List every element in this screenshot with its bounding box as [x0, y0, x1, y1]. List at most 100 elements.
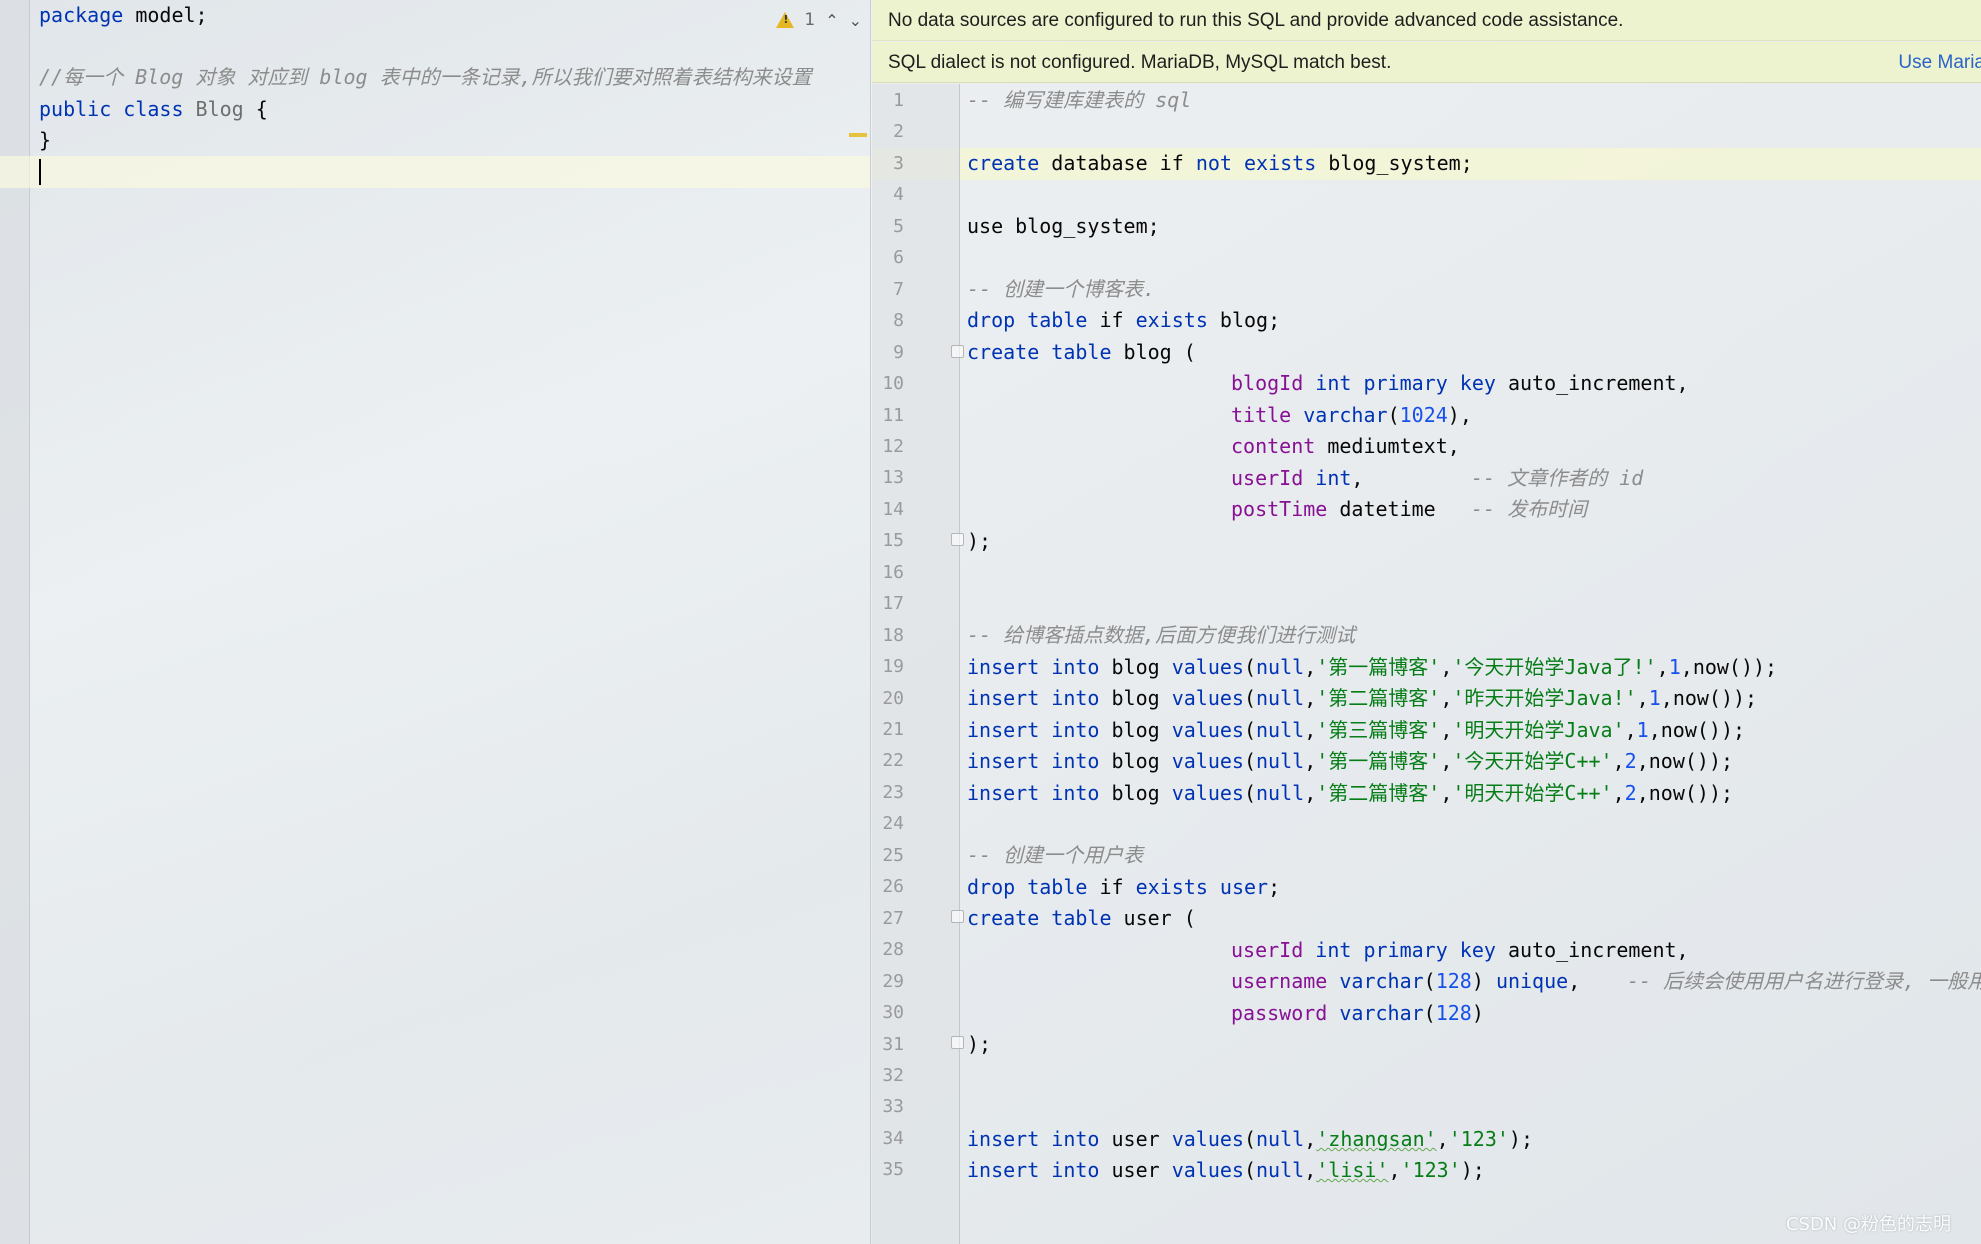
sql-line-25[interactable]: -- 创建一个用户表 — [967, 840, 1143, 872]
line-number[interactable]: 34 — [872, 1123, 904, 1155]
line-number[interactable]: 14 — [872, 494, 904, 526]
java-line-close-brace[interactable]: } — [39, 125, 51, 157]
code-text: user — [1099, 1127, 1172, 1151]
sql-line-13[interactable]: userId int, — [1231, 463, 1363, 495]
line-number[interactable]: 6 — [872, 242, 904, 274]
sql-line-26[interactable]: drop table if exists user; — [967, 872, 1280, 904]
code-text: if — [1087, 308, 1136, 332]
sql-line-18[interactable]: -- 给博客插点数据,后面方便我们进行测试 — [967, 620, 1355, 652]
line-number[interactable]: 29 — [872, 966, 904, 998]
line-number[interactable]: 11 — [872, 400, 904, 432]
sql-line-30[interactable]: password varchar(128) — [1231, 998, 1484, 1030]
string-literal: 'zhangsan' — [1316, 1127, 1437, 1151]
number: 2 — [1624, 749, 1637, 773]
line-number[interactable]: 8 — [872, 305, 904, 337]
sql-line-11[interactable]: title varchar(1024), — [1231, 400, 1472, 432]
line-number[interactable]: 2 — [872, 116, 904, 148]
sql-line-34[interactable]: insert into user values(null,'zhangsan',… — [967, 1124, 1533, 1156]
column-name: userId — [1231, 466, 1304, 490]
sql-line-29[interactable]: username varchar(128) unique, — [1231, 966, 1580, 998]
line-number[interactable]: 23 — [872, 777, 904, 809]
line-number[interactable]: 30 — [872, 997, 904, 1029]
keyword: not — [1195, 151, 1232, 175]
chevron-up-icon[interactable]: ⌃ — [825, 11, 838, 30]
keyword-public: public — [39, 97, 112, 121]
line-number[interactable]: 25 — [872, 840, 904, 872]
inspection-widget[interactable]: 1 ⌃ ⌄ — [776, 6, 862, 34]
line-number[interactable]: 4 — [872, 179, 904, 211]
function: values — [1171, 1127, 1244, 1151]
string-literal: '今天开始学C++' — [1452, 749, 1613, 773]
warning-icon[interactable] — [776, 12, 795, 28]
use-mariadb-link[interactable]: Use Maria — [1898, 42, 1981, 83]
line-number[interactable]: 32 — [872, 1060, 904, 1092]
sql-insert-blog-line[interactable]: insert into blog values(null,'第二篇博客','昨天… — [967, 683, 1757, 715]
banner-text-datasource: No data sources are configured to run th… — [888, 10, 1624, 31]
line-number[interactable]: 26 — [872, 871, 904, 903]
code-text: ); — [1460, 1158, 1485, 1182]
line-number[interactable]: 17 — [872, 588, 904, 620]
line-number[interactable]: 21 — [872, 714, 904, 746]
sql-insert-blog-line[interactable]: insert into blog values(null,'第一篇博客','今天… — [967, 652, 1777, 684]
line-number[interactable]: 15 — [872, 525, 904, 557]
sql-line-10[interactable]: blogId int primary key auto_increment, — [1231, 368, 1689, 400]
sql-line-35[interactable]: insert into user values(null,'lisi','123… — [967, 1155, 1485, 1187]
sql-line-28[interactable]: userId int primary key auto_increment, — [1231, 935, 1689, 967]
line-number[interactable]: 19 — [872, 651, 904, 683]
line-number[interactable]: 1 — [872, 85, 904, 117]
java-line-package[interactable]: package model; — [39, 0, 208, 32]
line-number[interactable]: 3 — [872, 148, 904, 180]
sql-line-15[interactable]: ); — [967, 526, 991, 558]
fold-marker-icon[interactable] — [951, 1036, 964, 1049]
fold-marker-icon[interactable] — [951, 910, 964, 923]
sql-line-31[interactable]: ); — [967, 1029, 991, 1061]
sql-line-14[interactable]: postTime datetime — [1231, 494, 1436, 526]
code-text: now()); — [1648, 781, 1734, 805]
chevron-down-icon[interactable]: ⌄ — [849, 11, 862, 30]
fold-marker-icon[interactable] — [951, 345, 964, 358]
line-number[interactable]: 5 — [872, 211, 904, 243]
sql-line-1[interactable]: -- 编写建库建表的 sql — [967, 85, 1191, 117]
java-line-comment[interactable]: //每一个 Blog 对象 对应到 blog 表中的一条记录,所以我们要对照着表… — [39, 62, 812, 94]
line-number[interactable]: 7 — [872, 274, 904, 306]
sql-line-8[interactable]: drop table if exists blog; — [967, 305, 1280, 337]
line-number[interactable]: 24 — [872, 808, 904, 840]
fold-marker-icon[interactable] — [951, 533, 964, 546]
line-number[interactable]: 31 — [872, 1029, 904, 1061]
line-number[interactable]: 13 — [872, 462, 904, 494]
sql-insert-blog-line[interactable]: insert into blog values(null,'第一篇博客','今天… — [967, 746, 1733, 778]
line-number[interactable]: 16 — [872, 557, 904, 589]
code-text: , — [1656, 655, 1669, 679]
sql-insert-blog-line[interactable]: insert into blog values(null,'第三篇博客','明天… — [967, 715, 1745, 747]
line-number[interactable]: 10 — [872, 368, 904, 400]
string-literal: '第一篇博客' — [1316, 655, 1441, 679]
java-line-class-declaration[interactable]: public class Blog { — [39, 94, 268, 126]
sql-line-7[interactable]: -- 创建一个博客表. — [967, 274, 1155, 306]
sql-editor-pane[interactable]: No data sources are configured to run th… — [872, 0, 1981, 1244]
line-number[interactable]: 20 — [872, 683, 904, 715]
sql-line-9[interactable]: create table blog ( — [967, 337, 1196, 369]
line-number[interactable]: 27 — [872, 903, 904, 935]
type: int — [1315, 466, 1352, 490]
line-number[interactable]: 28 — [872, 934, 904, 966]
warning-count: 1 — [804, 10, 816, 30]
line-number[interactable]: 22 — [872, 745, 904, 777]
sql-insert-blog-line[interactable]: insert into blog values(null,'第二篇博客','明天… — [967, 778, 1733, 810]
keyword: create — [967, 151, 1040, 175]
java-editor-pane[interactable]: package model; //每一个 Blog 对象 对应到 blog 表中… — [0, 0, 871, 1244]
line-number[interactable]: 18 — [872, 620, 904, 652]
function: values — [1171, 686, 1244, 710]
type: varchar — [1303, 403, 1388, 427]
line-number[interactable]: 33 — [872, 1091, 904, 1123]
line-number[interactable]: 9 — [872, 337, 904, 369]
code-text: , — [1612, 781, 1625, 805]
line-number[interactable]: 12 — [872, 431, 904, 463]
sql-line-27[interactable]: create table user ( — [967, 903, 1196, 935]
warning-marker-stripe[interactable] — [849, 133, 867, 137]
sql-line-5[interactable]: use blog_system; — [967, 211, 1160, 243]
sql-line-12[interactable]: content mediumtext, — [1231, 431, 1460, 463]
sql-line-3[interactable]: create database if not exists blog_syste… — [967, 148, 1473, 180]
line-number[interactable]: 35 — [872, 1154, 904, 1186]
